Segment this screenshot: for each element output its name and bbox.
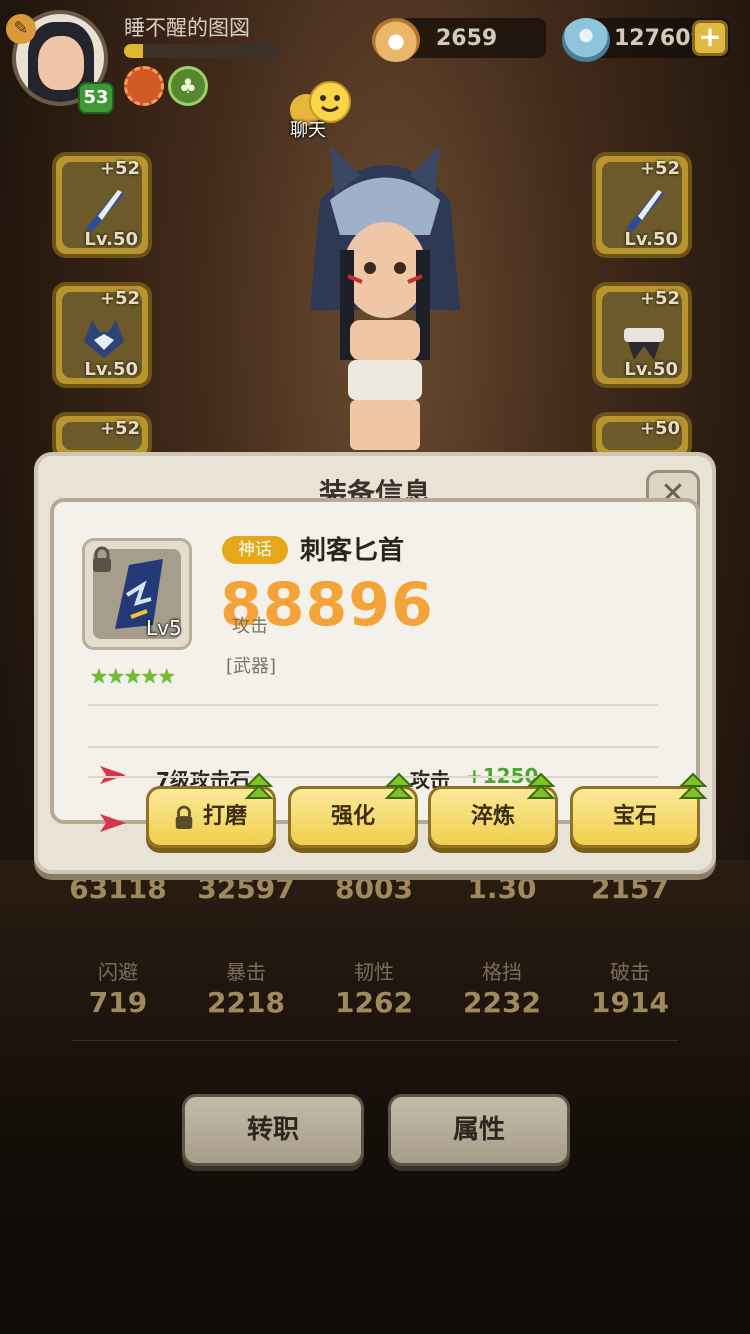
item-level: Lv5 xyxy=(146,616,182,640)
lock-icon xyxy=(93,546,111,572)
upgrade-arrow-icon xyxy=(384,772,414,799)
attack-label: 攻击 xyxy=(232,616,268,637)
dagger-icon xyxy=(86,190,124,232)
polish-label: 打磨 xyxy=(202,804,247,829)
pearl-count: 2659 xyxy=(436,26,498,51)
upgrade-arrow-icon xyxy=(526,772,556,799)
slot-plus-level: +52 xyxy=(639,288,680,309)
stat-label-break: 破击 xyxy=(610,960,650,984)
stat-value-block: 2232 xyxy=(463,986,541,1019)
xp-bar xyxy=(124,44,280,58)
add-currency-button[interactable]: + xyxy=(692,20,728,56)
stat-top-value-3: 8003 xyxy=(335,872,413,905)
pin-icon: ✎ xyxy=(6,14,36,44)
character-model xyxy=(310,145,460,450)
item-star-rating: ★★★★★ xyxy=(90,664,176,688)
slot-level: Lv.50 xyxy=(624,359,678,380)
slot-level: Lv.50 xyxy=(84,359,138,380)
equip-slot-left-1[interactable]: +52 Lv.50 xyxy=(52,152,152,258)
red-gem-icon xyxy=(100,814,126,832)
stat-top-value-5: 2157 xyxy=(591,872,669,905)
equip-slot-right-2[interactable]: +52 Lv.50 xyxy=(592,282,692,388)
stat-value-dodge: 719 xyxy=(88,986,148,1019)
divider xyxy=(88,746,658,748)
stat-top-value-4: 1.30 xyxy=(467,872,537,905)
slot-plus-level: +50 xyxy=(639,418,680,439)
pearl-shell-icon xyxy=(372,18,420,62)
slot-plus-level: +52 xyxy=(99,288,140,309)
stat-label-dodge: 闪避 xyxy=(98,960,138,984)
stat-value-toughness: 1262 xyxy=(335,986,413,1019)
stat-top-value-1: 63118 xyxy=(69,872,167,905)
red-gem-icon xyxy=(100,766,126,784)
xp-bar-fill xyxy=(124,44,143,58)
rarity-badge: 神话 xyxy=(222,536,288,564)
slot-level: Lv.50 xyxy=(624,229,678,250)
lock-icon xyxy=(175,805,193,829)
slot-plus-level: +52 xyxy=(99,418,140,439)
slot-plus-level: +52 xyxy=(639,158,680,179)
item-type: [武器] xyxy=(226,656,277,677)
stat-value-crit: 2218 xyxy=(207,986,285,1019)
cactus-badge-icon[interactable]: ♣ xyxy=(168,66,208,106)
dagger-icon xyxy=(626,190,664,232)
upgrade-arrow-icon xyxy=(244,772,274,799)
vip-badge-icon[interactable] xyxy=(124,66,164,106)
player-level-badge: 53 xyxy=(78,82,114,114)
player-name: 睡不醒的图図 xyxy=(124,16,250,40)
wolf-helmet-icon xyxy=(84,320,124,358)
stat-value-break: 1914 xyxy=(591,986,669,1019)
stat-label-toughness: 韧性 xyxy=(354,960,394,984)
attributes-button[interactable]: 属性 xyxy=(388,1094,570,1166)
stat-label-crit: 暴击 xyxy=(226,960,266,984)
divider xyxy=(88,704,658,706)
stat-label-block: 格挡 xyxy=(482,960,522,984)
upgrade-arrow-icon xyxy=(678,772,708,799)
slot-plus-level: +52 xyxy=(99,158,140,179)
equip-slot-left-2[interactable]: +52 Lv.50 xyxy=(52,282,152,388)
equip-slot-right-1[interactable]: +52 Lv.50 xyxy=(592,152,692,258)
stat-top-value-2: 32597 xyxy=(197,872,295,905)
lower-background xyxy=(0,860,750,1334)
change-job-button[interactable]: 转职 xyxy=(182,1094,364,1166)
belt-icon xyxy=(624,328,664,360)
slot-level: Lv.50 xyxy=(84,229,138,250)
chat-label: 聊天 xyxy=(290,120,326,141)
stats-divider xyxy=(72,1040,678,1041)
gem-shell-icon xyxy=(562,18,610,62)
item-name: 刺客匕首 xyxy=(300,536,405,566)
divider xyxy=(88,776,658,778)
